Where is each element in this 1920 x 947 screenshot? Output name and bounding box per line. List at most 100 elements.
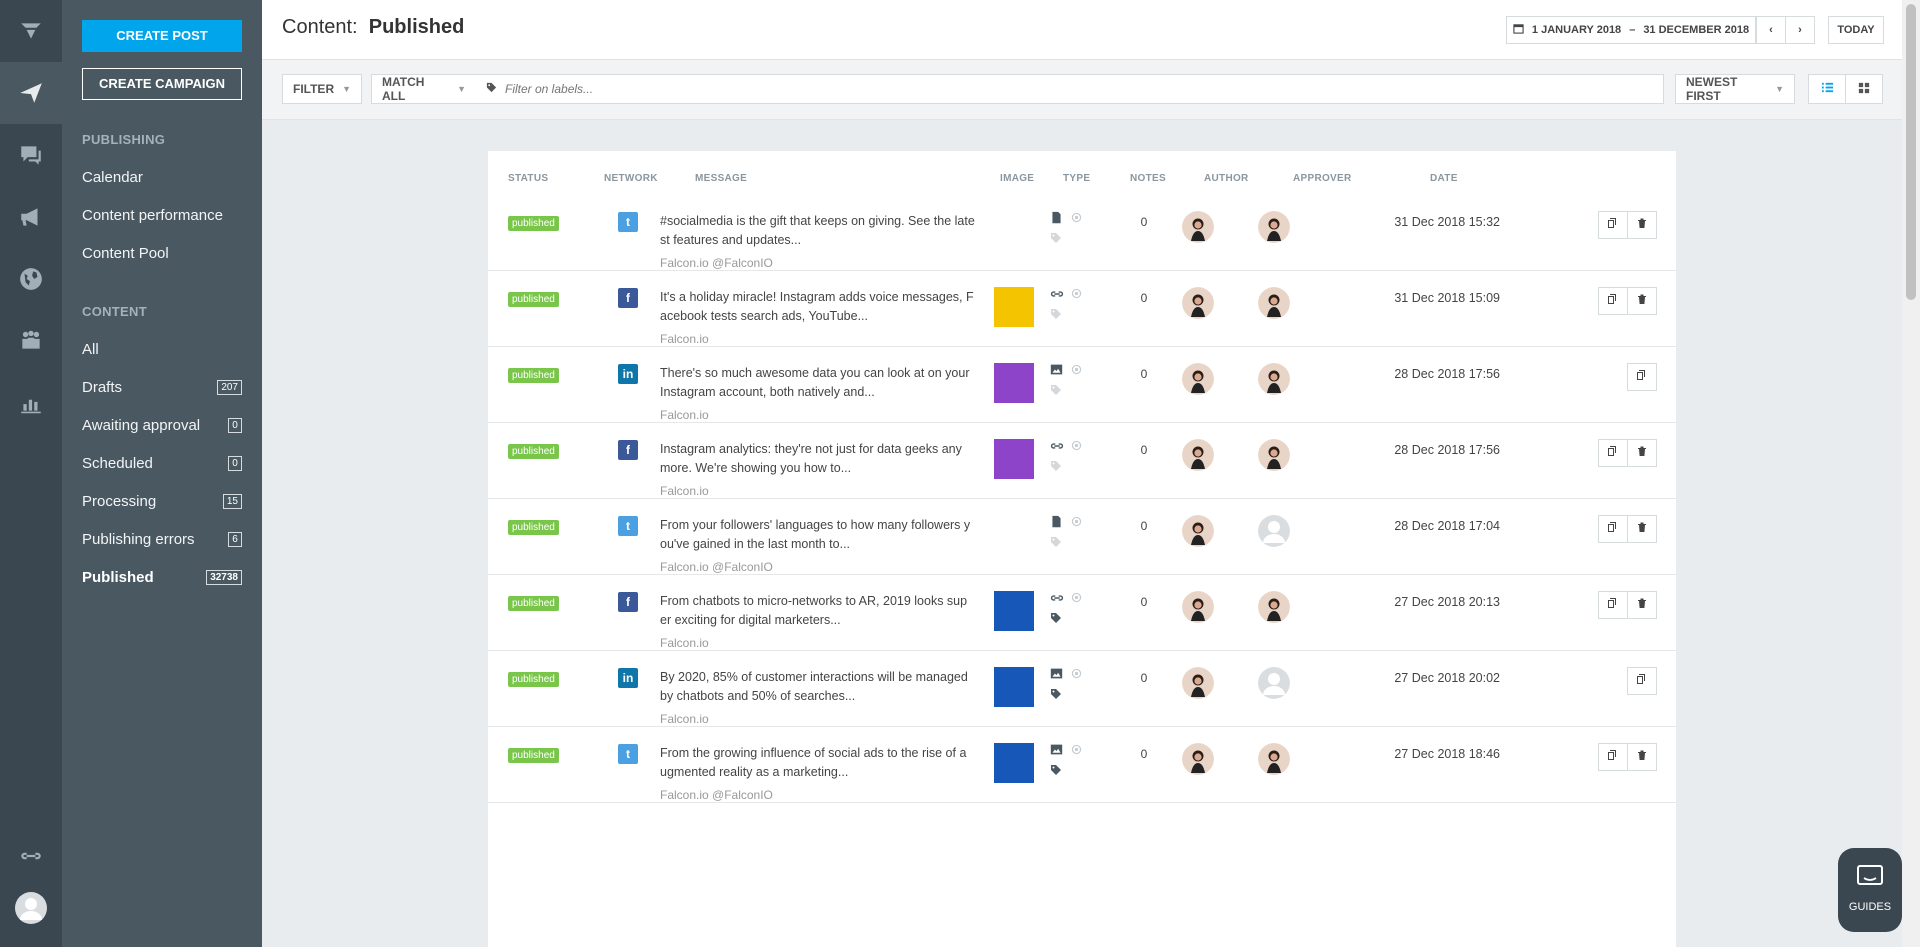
send-icon[interactable]	[0, 62, 62, 124]
table-row[interactable]: published t #socialmedia is the gift that …	[488, 195, 1676, 271]
chat-icon[interactable]	[0, 124, 62, 186]
post-image-thumbnail[interactable]	[994, 743, 1034, 783]
megaphone-icon[interactable]	[0, 186, 62, 248]
list-view-button[interactable]	[1808, 74, 1846, 104]
delete-button[interactable]	[1627, 743, 1657, 771]
create-campaign-button[interactable]: CREATE CAMPAIGN	[82, 68, 242, 100]
match-all-dropdown[interactable]: MATCH ALL ▼	[371, 74, 477, 104]
post-image-thumbnail[interactable]	[994, 439, 1034, 479]
post-image-thumbnail[interactable]	[994, 287, 1034, 327]
notes-count[interactable]: 0	[1136, 367, 1152, 381]
sidebar-item-all[interactable]: All	[82, 338, 242, 360]
column-header-network[interactable]: NETWORK	[604, 173, 658, 184]
create-post-button[interactable]: CREATE POST	[82, 20, 242, 52]
duplicate-button[interactable]	[1598, 287, 1628, 315]
approver-avatar[interactable]	[1258, 363, 1290, 395]
column-header-date[interactable]: DATE	[1430, 173, 1458, 184]
next-period-button[interactable]: ›	[1785, 16, 1815, 44]
prev-period-button[interactable]: ‹	[1756, 16, 1786, 44]
message-text[interactable]: It's a holiday miracle! Instagram adds v…	[660, 288, 978, 326]
tag-icon[interactable]	[1050, 687, 1066, 703]
tag-icon[interactable]	[1050, 307, 1066, 323]
user-avatar-icon[interactable]	[0, 877, 62, 939]
logo-icon[interactable]	[0, 0, 62, 62]
duplicate-button[interactable]	[1598, 591, 1628, 619]
date-range-picker[interactable]: 1 JANUARY 2018 – 31 DECEMBER 2018	[1506, 16, 1756, 44]
table-row[interactable]: published t From your followers' languages…	[488, 499, 1676, 575]
delete-button[interactable]	[1627, 439, 1657, 467]
approver-avatar[interactable]	[1258, 439, 1290, 471]
post-image-thumbnail[interactable]	[994, 667, 1034, 707]
labels-filter-input[interactable]	[505, 82, 1605, 96]
sidebar-item-processing[interactable]: Processing 15	[82, 490, 242, 512]
guides-button[interactable]: GUIDES	[1838, 848, 1902, 932]
author-avatar[interactable]	[1182, 591, 1214, 623]
table-row[interactable]: published f From chatbots to micro-network…	[488, 575, 1676, 651]
delete-button[interactable]	[1627, 591, 1657, 619]
notes-count[interactable]: 0	[1136, 747, 1152, 761]
table-row[interactable]: published in By 2020, 85% of customer inte…	[488, 651, 1676, 727]
duplicate-button[interactable]	[1598, 211, 1628, 239]
tag-icon[interactable]	[1050, 763, 1066, 779]
grid-view-button[interactable]	[1845, 74, 1883, 104]
approver-avatar[interactable]	[1258, 515, 1290, 547]
sidebar-item-drafts[interactable]: Drafts 207	[82, 376, 242, 398]
approver-avatar[interactable]	[1258, 591, 1290, 623]
post-image-thumbnail[interactable]	[994, 591, 1034, 631]
delete-button[interactable]	[1627, 515, 1657, 543]
duplicate-button[interactable]	[1598, 743, 1628, 771]
table-row[interactable]: published f Instagram analytics: they're n…	[488, 423, 1676, 499]
author-avatar[interactable]	[1182, 439, 1214, 471]
today-button[interactable]: TODAY	[1828, 16, 1884, 44]
globe-icon[interactable]	[0, 248, 62, 310]
column-header-author[interactable]: AUTHOR	[1204, 173, 1249, 184]
tag-icon[interactable]	[1050, 611, 1066, 627]
column-header-approver[interactable]: APPROVER	[1293, 173, 1352, 184]
labels-filter-field[interactable]	[476, 74, 1664, 104]
column-header-notes[interactable]: NOTES	[1130, 173, 1166, 184]
notes-count[interactable]: 0	[1136, 519, 1152, 533]
message-text[interactable]: Instagram analytics: they're not just fo…	[660, 440, 978, 478]
table-row[interactable]: published f It's a holiday miracle! Instag…	[488, 271, 1676, 347]
sidebar-item-published[interactable]: Published 32738	[82, 566, 242, 588]
sidebar-item-awaiting-approval[interactable]: Awaiting approval 0	[82, 414, 242, 436]
message-text[interactable]: From chatbots to micro-networks to AR, 2…	[660, 592, 978, 630]
column-header-image[interactable]: IMAGE	[1000, 173, 1034, 184]
approver-avatar[interactable]	[1258, 743, 1290, 775]
sidebar-item-scheduled[interactable]: Scheduled 0	[82, 452, 242, 474]
author-avatar[interactable]	[1182, 363, 1214, 395]
duplicate-button[interactable]	[1627, 363, 1657, 391]
tag-icon[interactable]	[1050, 383, 1066, 399]
message-text[interactable]: #socialmedia is the gift that keeps on g…	[660, 212, 978, 250]
author-avatar[interactable]	[1182, 743, 1214, 775]
people-icon[interactable]	[0, 310, 62, 372]
message-text[interactable]: From your followers' languages to how ma…	[660, 516, 978, 554]
delete-button[interactable]	[1627, 287, 1657, 315]
notes-count[interactable]: 0	[1136, 595, 1152, 609]
tag-icon[interactable]	[1050, 535, 1066, 551]
message-text[interactable]: By 2020, 85% of customer interactions wi…	[660, 668, 978, 706]
duplicate-button[interactable]	[1598, 439, 1628, 467]
notes-count[interactable]: 0	[1136, 291, 1152, 305]
column-header-type[interactable]: TYPE	[1063, 173, 1090, 184]
approver-avatar[interactable]	[1258, 287, 1290, 319]
author-avatar[interactable]	[1182, 515, 1214, 547]
duplicate-button[interactable]	[1598, 515, 1628, 543]
author-avatar[interactable]	[1182, 287, 1214, 319]
scrollbar-thumb[interactable]	[1906, 4, 1916, 300]
duplicate-button[interactable]	[1627, 667, 1657, 695]
delete-button[interactable]	[1627, 211, 1657, 239]
page-scrollbar[interactable]	[1902, 0, 1920, 947]
sidebar-item-content-pool[interactable]: Content Pool	[82, 242, 242, 264]
table-row[interactable]: published in There's so much awesome data …	[488, 347, 1676, 423]
sidebar-item-content-performance[interactable]: Content performance	[82, 204, 242, 226]
column-header-message[interactable]: MESSAGE	[695, 173, 747, 184]
table-row[interactable]: published t From the growing influence of …	[488, 727, 1676, 803]
notes-count[interactable]: 0	[1136, 215, 1152, 229]
tag-icon[interactable]	[1050, 231, 1066, 247]
notes-count[interactable]: 0	[1136, 443, 1152, 457]
post-image-thumbnail[interactable]	[994, 363, 1034, 403]
message-text[interactable]: There's so much awesome data you can loo…	[660, 364, 978, 402]
approver-avatar[interactable]	[1258, 211, 1290, 243]
filter-dropdown[interactable]: FILTER ▼	[282, 74, 362, 104]
